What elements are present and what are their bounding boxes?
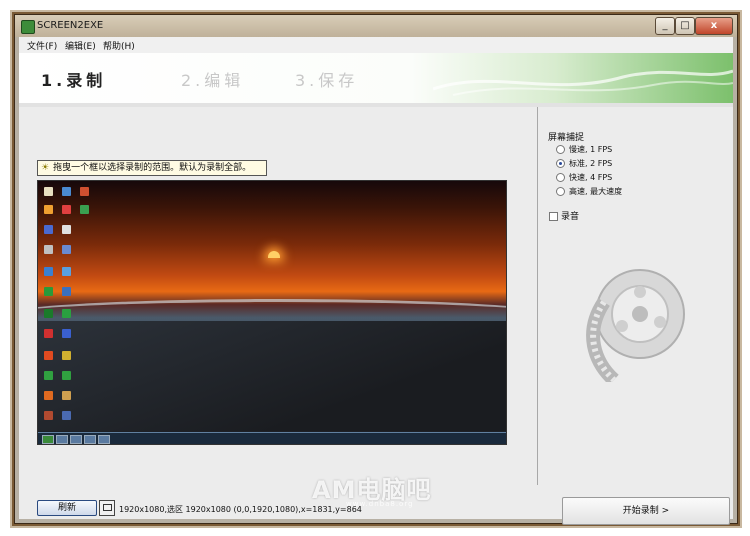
desktop-icon — [62, 371, 71, 380]
checkbox-label: 录音 — [561, 212, 580, 222]
client-area: 1.录制 2.编辑 3.保存 ☀拖曳一个框以选择录制的范围。默认为录制全部。 — [19, 53, 733, 525]
desktop-icon — [62, 411, 71, 420]
step-save: 3.保存 — [295, 71, 359, 90]
beach — [38, 321, 506, 431]
desktop-icon — [44, 245, 53, 254]
radio-dot-selected — [556, 159, 565, 168]
record-audio-checkbox[interactable]: 录音 — [549, 209, 579, 222]
capture-panel: ☀ 拖曳一个框以选择录制的范围。默认为录制全部。 刷新 1920x1080,选区… — [19, 107, 537, 519]
desktop-icon — [44, 351, 53, 360]
menu-edit[interactable]: 编辑(E) — [65, 39, 96, 52]
status-text: 1920x1080,选区 1920x1080 (0,0,1920,1080),x… — [119, 505, 362, 514]
desktop-icon — [44, 225, 53, 234]
taskbar-icon — [56, 435, 68, 444]
radio-label: 标准, 2 FPS — [569, 159, 613, 168]
options-panel: 屏幕捕捉 慢速, 1 FPS 标准, 2 FPS 快速, 4 FPS 高速, 最… — [539, 107, 733, 525]
desktop-icon — [80, 205, 89, 214]
desktop-icon — [44, 205, 53, 214]
radio-label: 慢速, 1 FPS — [569, 145, 613, 154]
desktop-taskbar — [38, 432, 506, 444]
maximize-button[interactable]: □ — [675, 17, 695, 35]
step-record: 1.录制 — [41, 71, 107, 90]
steps-bar: 1.录制 2.编辑 3.保存 — [19, 53, 733, 107]
menu-help[interactable]: 帮助(H) — [103, 39, 135, 52]
taskbar-icon — [98, 435, 110, 444]
desktop-icon — [62, 187, 71, 196]
desktop-icon — [44, 411, 53, 420]
radio-dot — [556, 187, 565, 196]
close-button[interactable]: x — [695, 17, 733, 35]
desktop-icon — [62, 309, 71, 318]
radio-fast[interactable]: 快速, 4 FPS — [556, 172, 612, 184]
title-bar[interactable]: SCREEN2EXE _ □ x — [15, 15, 737, 37]
radio-high-speed[interactable]: 高速, 最大速度 — [556, 186, 622, 198]
hint-text: 拖曳一个框以选择录制的范围。默认为录制全部。 — [53, 163, 252, 173]
start-recording-button[interactable]: 开始录制 > — [562, 497, 730, 525]
monitor-icon — [103, 504, 112, 511]
desktop-icon — [62, 205, 71, 214]
app-window: SCREEN2EXE _ □ x 文件(F) 编辑(E) 帮助(H) 1.录制 … — [14, 14, 738, 525]
window-title: SCREEN2EXE — [37, 20, 104, 31]
radio-dot — [556, 145, 565, 154]
desktop-icon — [44, 187, 53, 196]
desktop-icon — [62, 391, 71, 400]
desktop-icon — [62, 225, 71, 234]
menu-file[interactable]: 文件(F) — [27, 39, 57, 52]
radio-standard[interactable]: 标准, 2 FPS — [556, 158, 612, 170]
radio-label: 快速, 4 FPS — [569, 173, 613, 182]
refresh-button[interactable]: 刷新 — [37, 500, 97, 516]
sun — [268, 251, 280, 258]
screen-preview[interactable] — [37, 180, 507, 445]
lightbulb-icon: ☀ — [41, 163, 50, 173]
wave-decoration — [433, 69, 733, 96]
radio-slow[interactable]: 慢速, 1 FPS — [556, 144, 612, 156]
desktop-icon — [62, 329, 71, 338]
minimize-button[interactable]: _ — [655, 17, 675, 35]
desktop-icon — [62, 245, 71, 254]
menu-bar: 文件(F) 编辑(E) 帮助(H) — [19, 37, 733, 54]
taskbar-icon — [70, 435, 82, 444]
desktop-icon — [62, 267, 71, 276]
screen-select-button[interactable] — [99, 500, 115, 516]
radio-label: 高速, 最大速度 — [569, 187, 623, 196]
selection-hint: ☀ 拖曳一个框以选择录制的范围。默认为录制全部。 — [37, 160, 267, 176]
desktop-icon — [44, 309, 53, 318]
film-reel-icon — [586, 269, 685, 382]
desktop-icon — [44, 391, 53, 400]
desktop-icon — [44, 267, 53, 276]
desktop-icon — [62, 351, 71, 360]
radio-dot — [556, 173, 565, 182]
desktop-icon — [44, 329, 53, 338]
desktop-icon — [62, 287, 71, 296]
desktop-icon — [80, 187, 89, 196]
app-icon — [21, 20, 35, 34]
desktop-icon — [44, 371, 53, 380]
step-edit: 2.编辑 — [181, 71, 245, 90]
panel-divider — [537, 107, 538, 485]
desktop-icon — [44, 287, 53, 296]
wave-foam — [38, 299, 506, 332]
checkbox-box — [549, 212, 558, 221]
start-orb-icon — [42, 435, 54, 444]
capture-group-title: 屏幕捕捉 — [548, 133, 585, 143]
taskbar-icon — [84, 435, 96, 444]
watermark-url: www.dnba8.org — [346, 500, 414, 508]
